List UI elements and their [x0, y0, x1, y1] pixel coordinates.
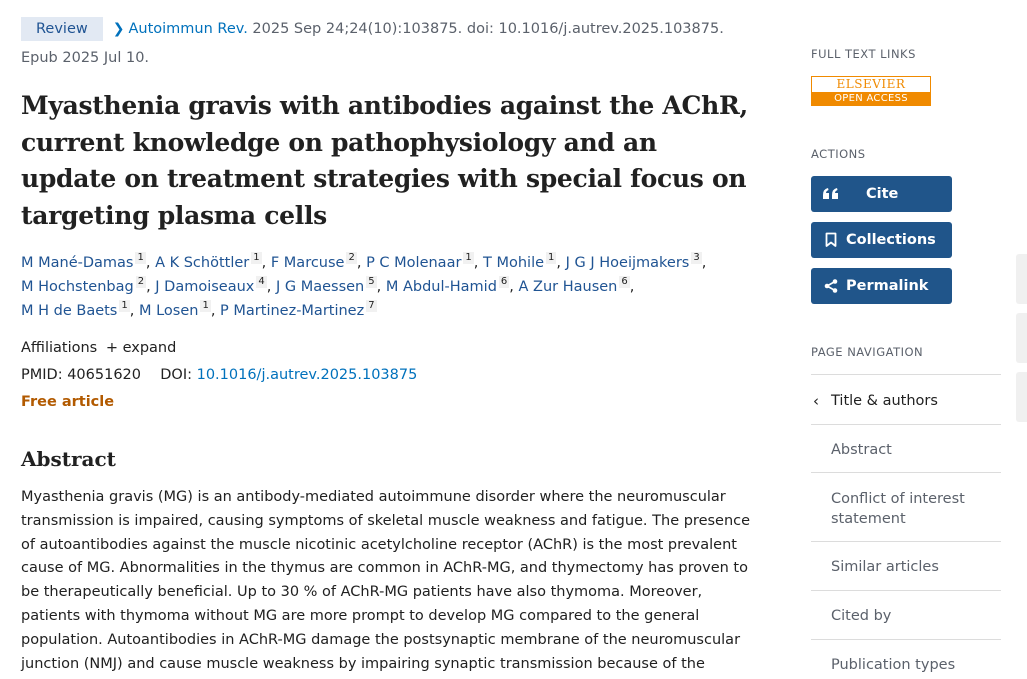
- affiliations-label: Affiliations: [21, 340, 98, 356]
- author-link[interactable]: J Damoiseaux 4: [155, 276, 267, 295]
- collections-button[interactable]: Collections: [811, 222, 952, 258]
- author-link[interactable]: M Mané-Damas 1: [21, 252, 146, 271]
- expand-toggle[interactable]: + expand: [106, 340, 177, 356]
- quote-icon: [823, 176, 839, 212]
- nav-item-cited-by[interactable]: Cited by: [811, 591, 1001, 640]
- author-link[interactable]: A Zur Hausen 6: [519, 276, 630, 295]
- nav-item-conflict-of-interest[interactable]: Conflict of interest statement: [811, 473, 1001, 542]
- authors-list: M Mané-Damas 1, A K Schöttler 1, F Marcuse…: [21, 252, 707, 319]
- side-tab[interactable]: [1016, 372, 1027, 422]
- author-link[interactable]: M Abdul-Hamid 6: [386, 276, 510, 295]
- side-tab[interactable]: [1016, 254, 1027, 304]
- open-access-label: OPEN ACCESS: [812, 92, 930, 106]
- identifiers: PMID: 40651620 DOI: 10.1016/j.autrev.202…: [21, 363, 417, 387]
- chevron-right-icon: ❯: [112, 21, 125, 37]
- doi-link[interactable]: 10.1016/j.autrev.2025.103875: [197, 367, 418, 383]
- author-link[interactable]: M Hochstenbag 2: [21, 276, 147, 295]
- doi-label: DOI:: [160, 367, 197, 383]
- article-meta: Review ❯ Autoimmun Rev. 2025 Sep 24;24(10)…: [21, 17, 751, 41]
- nav-item-similar-articles[interactable]: Similar articles: [811, 542, 1001, 591]
- nav-item-publication-types[interactable]: Publication types: [811, 640, 1001, 679]
- cite-button[interactable]: Cite: [811, 176, 952, 212]
- permalink-button[interactable]: Permalink: [811, 268, 952, 304]
- share-icon: [823, 268, 839, 304]
- author-link[interactable]: J G Maessen 5: [276, 276, 377, 295]
- citation-text: 2025 Sep 24;24(10):103875. doi: 10.1016/…: [247, 21, 724, 37]
- abstract-heading: Abstract: [21, 447, 116, 471]
- abstract-text: Myasthenia gravis (MG) is an antibody-me…: [21, 489, 751, 672]
- author-link[interactable]: P C Molenaar 1: [366, 252, 474, 271]
- pmid-value: 40651620: [67, 367, 142, 383]
- free-article-label: Free article: [21, 394, 115, 410]
- epub-date: Epub 2025 Jul 10.: [21, 50, 150, 66]
- nav-item-abstract[interactable]: Abstract: [811, 425, 1001, 473]
- author-link[interactable]: M H de Baets 1: [21, 300, 130, 319]
- chevron-left-icon: ‹: [813, 392, 819, 410]
- author-link[interactable]: T Mohile 1: [483, 252, 557, 271]
- pmid-label: PMID:: [21, 367, 68, 383]
- bookmark-icon: [823, 222, 839, 258]
- author-link[interactable]: F Marcuse 2: [271, 252, 357, 271]
- page-navigation-heading: PAGE NAVIGATION: [811, 345, 924, 359]
- elsevier-logo: ELSEVIER: [812, 77, 930, 92]
- author-link[interactable]: P Martinez-Martinez 7: [220, 300, 377, 319]
- actions-heading: ACTIONS: [811, 147, 866, 161]
- author-link[interactable]: J G J Hoeijmakers 3: [566, 252, 702, 271]
- page-navigation: ‹ Title & authors Abstract Conflict of i…: [811, 374, 1001, 679]
- author-link[interactable]: A K Schöttler 1: [155, 252, 262, 271]
- elsevier-open-access-link[interactable]: ELSEVIER OPEN ACCESS: [811, 76, 931, 106]
- nav-item-title-authors[interactable]: ‹ Title & authors: [811, 375, 1001, 425]
- review-badge[interactable]: Review: [21, 17, 103, 41]
- plus-icon: +: [105, 340, 118, 356]
- journal-link[interactable]: Autoimmun Rev.: [128, 21, 247, 37]
- side-tab[interactable]: [1016, 313, 1027, 363]
- full-text-heading: FULL TEXT LINKS: [811, 47, 916, 61]
- affiliations-toggle[interactable]: Affiliations + expand: [21, 336, 176, 360]
- page-title: Myasthenia gravis with antibodies agains…: [21, 91, 748, 230]
- author-link[interactable]: M Losen 1: [139, 300, 211, 319]
